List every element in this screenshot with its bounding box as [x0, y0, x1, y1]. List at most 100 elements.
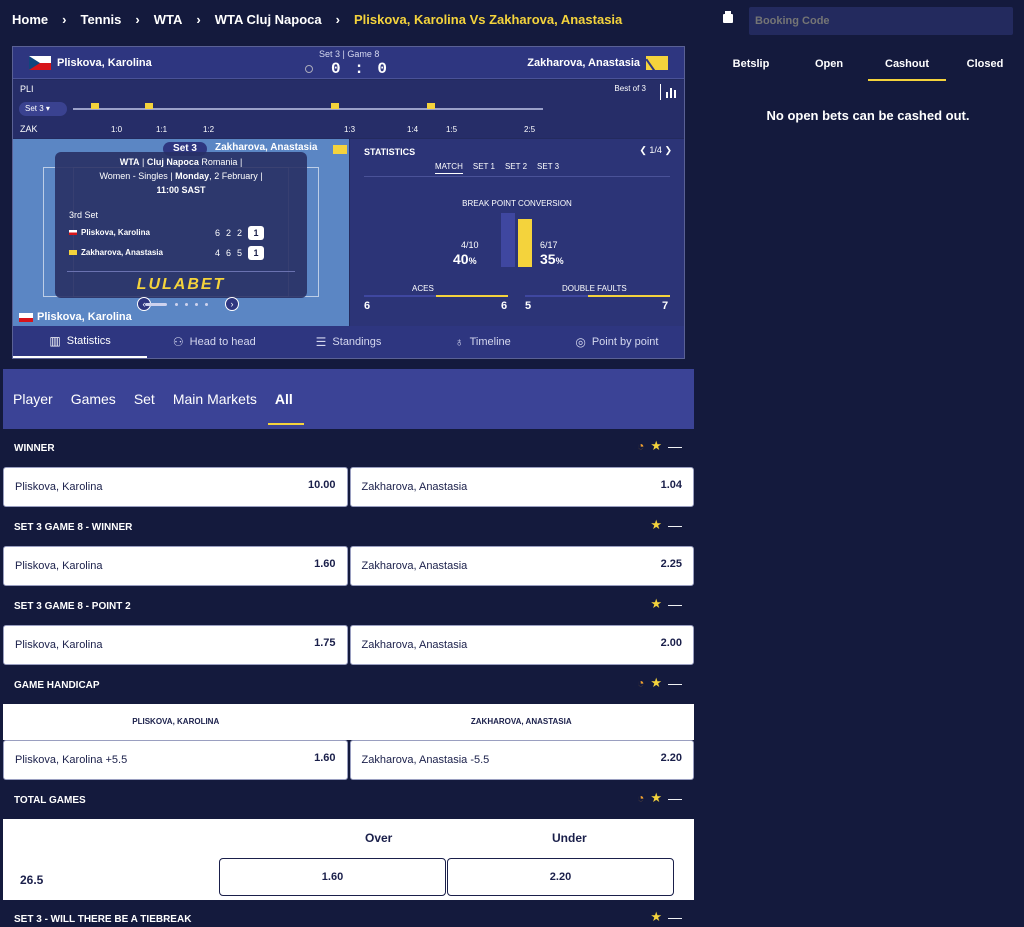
breadcrumb-home[interactable]: Home	[12, 12, 48, 27]
odds-button[interactable]: Zakharova, Anastasia -5.5 2.20	[349, 740, 694, 780]
percent-sign: %	[555, 256, 564, 266]
collapse-icon[interactable]: —	[668, 790, 682, 806]
tab-betslip[interactable]: Betslip	[712, 46, 790, 81]
tab-main-markets[interactable]: Main Markets	[164, 369, 266, 429]
tab-open[interactable]: Open	[790, 46, 868, 81]
set-score: 2	[237, 228, 243, 238]
tennis-ball-icon: ◎	[575, 335, 586, 349]
breadcrumb-tournament[interactable]: WTA Cluj Napoca	[215, 12, 322, 27]
odds-button[interactable]: Zakharova, Anastasia 1.04	[349, 467, 694, 507]
market-header[interactable]: SET 3 GAME 8 - WINNER ★ —	[3, 508, 694, 546]
tab-cashout[interactable]: Cashout	[868, 46, 946, 81]
market-title: TOTAL GAMES	[14, 795, 86, 806]
match-time: 11:00 SAST	[156, 185, 206, 195]
odds-button[interactable]: Zakharova, Anastasia 2.00	[349, 625, 694, 665]
p1-bpc-percent: 40%	[453, 251, 477, 267]
odds-row: Pliskova, Karolina +5.5 1.60 Zakharova, A…	[3, 740, 694, 780]
tab-games[interactable]: Games	[62, 369, 125, 429]
current-game-score: 1	[248, 226, 265, 240]
carousel-next-button[interactable]: ›	[225, 297, 239, 311]
collapse-icon[interactable]: —	[668, 517, 682, 533]
odds-button[interactable]: Pliskova, Karolina +5.5 1.60	[3, 740, 348, 780]
market-header[interactable]: SET 3 GAME 8 - POINT 2 ★ —	[3, 587, 694, 625]
printer-icon[interactable]	[723, 11, 733, 23]
market-title: SET 3 GAME 8 - WINNER	[14, 522, 133, 533]
collapse-icon[interactable]: —	[668, 909, 682, 925]
game-marker-icon	[91, 103, 99, 109]
star-icon[interactable]: ★	[650, 596, 662, 612]
collapse-icon[interactable]: —	[668, 438, 682, 454]
market-header[interactable]: SET 3 - WILL THERE BE A TIEBREAK ★ —	[3, 900, 694, 927]
total-line: 26.5	[20, 873, 44, 887]
percent-sign: %	[468, 256, 477, 266]
timeline-tick: 1:4	[407, 125, 419, 134]
p2-bpc-ratio: 6/17	[540, 240, 558, 250]
star-icon[interactable]: ★	[650, 790, 662, 806]
selection-label: Pliskova, Karolina +5.5	[15, 754, 128, 766]
tab-set-2[interactable]: SET 2	[505, 162, 527, 174]
total-games-table: Over Under 26.5 1.60 2.20	[3, 819, 694, 900]
market-title: GAME HANDICAP	[14, 680, 100, 691]
tab-statistics[interactable]: ▥ Statistics	[13, 326, 148, 358]
over-odds-button[interactable]: 1.60	[219, 858, 446, 896]
tournament-info: WTA | Cluj Napoca Romania |	[119, 157, 243, 167]
tab-timeline[interactable]: ♁ Timeline	[416, 326, 550, 358]
statistics-pager[interactable]: ❮ 1/4 ❯	[639, 145, 672, 156]
tab-match[interactable]: MATCH	[435, 162, 463, 174]
odds-row: Pliskova, Karolina 1.60 Zakharova, Anasta…	[3, 546, 694, 586]
chevron-left-icon[interactable]: ❮	[639, 145, 647, 155]
df-bar-p1	[525, 295, 588, 297]
odds-value: 1.60	[314, 752, 336, 764]
bar-chart-icon[interactable]	[660, 84, 678, 100]
odds-button[interactable]: Zakharova, Anastasia 2.25	[349, 546, 694, 586]
chevron-right-icon[interactable]: ❯	[664, 145, 672, 155]
tab-all[interactable]: All	[266, 369, 304, 429]
tab-label: Standings	[332, 336, 382, 348]
breadcrumb-tennis[interactable]: Tennis	[80, 12, 121, 27]
scoreboard-tabs: ▥ Statistics ⚇ Head to head ☰ Standings ♁ Ti…	[13, 326, 684, 358]
column-header: ZAKHAROVA, ANASTASIA	[470, 717, 572, 726]
statistics-panel: STATISTICS ❮ 1/4 ❯ MATCH SET 1 SET 2 SET…	[350, 139, 684, 326]
star-icon[interactable]: ★	[650, 909, 662, 925]
star-icon[interactable]: ★	[650, 675, 662, 691]
timeline-tick: 1:0	[111, 125, 123, 134]
star-icon[interactable]: ★	[650, 517, 662, 533]
odds-button[interactable]: Pliskova, Karolina 1.75	[3, 625, 348, 665]
market-header[interactable]: GAME HANDICAP ◔ ★ —	[3, 666, 694, 704]
set-selector[interactable]: Set 3 ▾	[19, 102, 67, 116]
breadcrumb-wta[interactable]: WTA	[154, 12, 183, 27]
booking-code-input[interactable]	[749, 7, 1013, 35]
list-icon: ☰	[315, 335, 327, 349]
tab-standings[interactable]: ☰ Standings	[281, 326, 415, 358]
over-header: Over	[365, 831, 393, 845]
collapse-icon[interactable]: —	[668, 675, 682, 691]
tab-player[interactable]: Player	[13, 369, 62, 429]
tab-point-by-point[interactable]: ◎ Point by point	[550, 326, 684, 358]
tab-closed[interactable]: Closed	[946, 46, 1024, 81]
stats-icon[interactable]: ◔	[637, 676, 644, 690]
tab-set[interactable]: Set	[125, 369, 164, 429]
star-icon[interactable]: ★	[650, 438, 662, 454]
odds-button[interactable]: Pliskova, Karolina 1.60	[3, 546, 348, 586]
info-player1: Pliskova, Karolina	[69, 228, 150, 237]
p2-bpc-value: 35	[540, 251, 556, 267]
info-player2-name: Zakharova, Anastasia	[81, 248, 163, 257]
date-label: 2 February	[214, 171, 258, 181]
odds-row: Pliskova, Karolina 10.00 Zakharova, Anast…	[3, 467, 694, 507]
collapse-icon[interactable]: —	[668, 596, 682, 612]
odds-button[interactable]: Pliskova, Karolina 10.00	[3, 467, 348, 507]
bosnia-flag-icon	[69, 250, 77, 255]
timeline-axis	[73, 108, 543, 110]
under-header: Under	[552, 831, 587, 845]
tab-head-to-head[interactable]: ⚇ Head to head	[147, 326, 281, 358]
tab-set-3[interactable]: SET 3	[537, 162, 559, 174]
set-label: 3rd Set	[69, 210, 99, 220]
selection-label: Zakharova, Anastasia	[361, 639, 468, 651]
under-odds-button[interactable]: 2.20	[447, 858, 674, 896]
tab-set-1[interactable]: SET 1	[473, 162, 495, 174]
bosnia-flag-icon	[646, 56, 668, 70]
market-header[interactable]: TOTAL GAMES ◔ ★ —	[3, 781, 694, 819]
stats-icon[interactable]: ◔	[637, 439, 644, 453]
market-header[interactable]: WINNER ◔ ★ —	[3, 429, 694, 467]
stats-icon[interactable]: ◔	[637, 791, 644, 805]
